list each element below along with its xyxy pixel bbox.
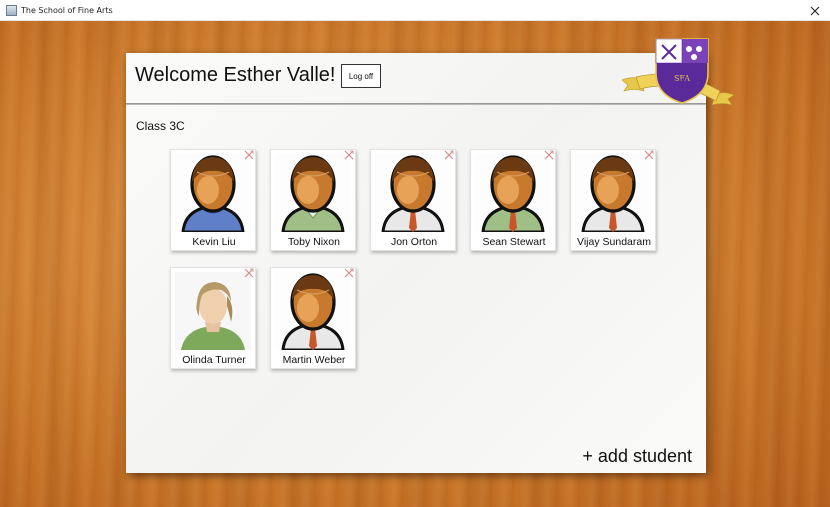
student-avatar	[275, 154, 351, 232]
add-student-button[interactable]: + add student	[582, 446, 692, 467]
student-card[interactable]: Sean Stewart	[470, 149, 556, 251]
student-card[interactable]: Martin Weber	[270, 267, 356, 369]
close-icon	[810, 6, 820, 15]
student-avatar	[475, 154, 551, 232]
student-name: Toby Nixon	[288, 236, 340, 248]
class-label: Class 3C	[136, 119, 185, 133]
student-name: Kevin Liu	[192, 236, 236, 248]
student-card[interactable]: Jon Orton	[370, 149, 456, 251]
divider	[126, 103, 706, 105]
student-avatar	[175, 154, 251, 232]
remove-student-icon[interactable]	[344, 268, 354, 278]
remove-student-icon[interactable]	[644, 150, 654, 160]
close-button[interactable]	[800, 0, 830, 21]
logoff-button[interactable]: Log off	[341, 64, 381, 88]
window-title: The School of Fine Arts	[21, 5, 113, 15]
student-avatar	[175, 272, 251, 350]
student-card[interactable]: Toby Nixon	[270, 149, 356, 251]
student-name: Jon Orton	[390, 236, 438, 248]
welcome-heading: Welcome Esther Valle!	[135, 64, 336, 86]
remove-student-icon[interactable]	[544, 150, 554, 160]
title-bar: The School of Fine Arts	[0, 0, 830, 21]
student-avatar	[575, 154, 651, 232]
student-name: Martin Weber	[282, 354, 346, 366]
student-card[interactable]: Vijay Sundaram	[570, 149, 656, 251]
remove-student-icon[interactable]	[244, 150, 254, 160]
student-grid: Kevin Liu Toby Nixon Jon Orton Sean Stewart…	[170, 149, 690, 369]
student-name: Olinda Turner	[182, 354, 246, 366]
app-icon	[6, 4, 17, 16]
remove-student-icon[interactable]	[244, 268, 254, 278]
student-avatar	[275, 272, 351, 350]
remove-student-icon[interactable]	[344, 150, 354, 160]
class-sheet: Welcome Esther Valle! Log off Class 3C K…	[126, 53, 706, 473]
student-name: Vijay Sundaram	[577, 236, 651, 248]
school-crest-logo: SFA FINE ARTS	[622, 33, 734, 105]
student-name: Sean Stewart	[482, 236, 546, 248]
student-avatar	[375, 154, 451, 232]
remove-student-icon[interactable]	[444, 150, 454, 160]
student-card[interactable]: Olinda Turner	[170, 267, 256, 369]
student-card[interactable]: Kevin Liu	[170, 149, 256, 251]
